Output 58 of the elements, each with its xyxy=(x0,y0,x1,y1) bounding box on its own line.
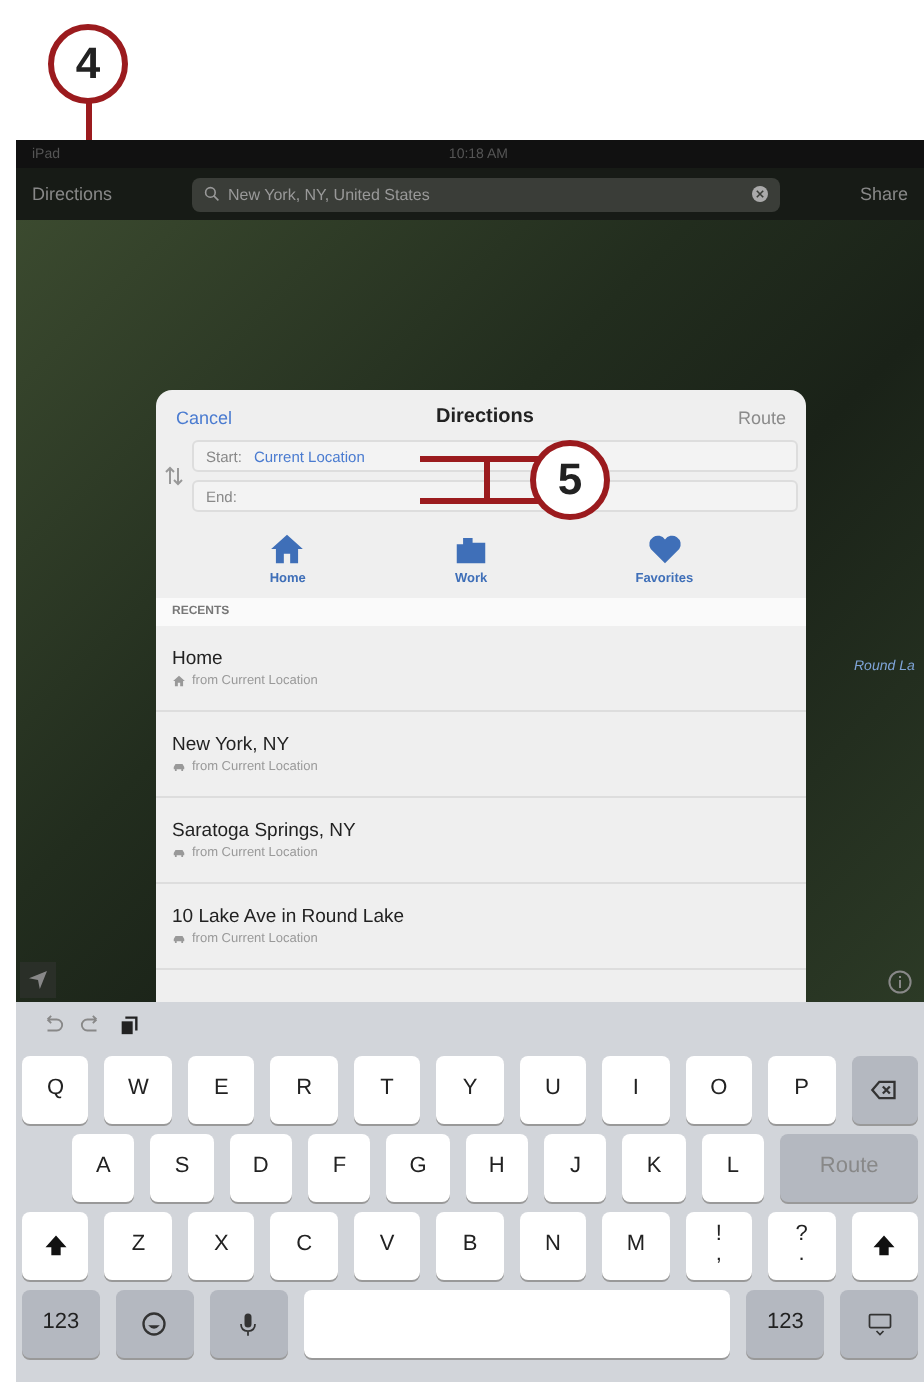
swap-icon[interactable] xyxy=(164,466,184,486)
hide-keyboard-key[interactable] xyxy=(840,1290,919,1358)
letter-key[interactable]: N xyxy=(519,1212,587,1280)
letter-key[interactable]: F xyxy=(308,1134,371,1202)
shift-key[interactable] xyxy=(22,1212,89,1280)
letter-key[interactable]: L xyxy=(701,1134,765,1202)
letter-key[interactable]: X xyxy=(187,1212,255,1280)
dictation-key[interactable] xyxy=(209,1290,288,1358)
letter-key[interactable]: J xyxy=(544,1134,607,1202)
letter-key[interactable]: T xyxy=(353,1056,421,1124)
emoji-key[interactable] xyxy=(115,1290,194,1358)
callout-number: 4 xyxy=(48,24,128,104)
letter-key[interactable]: W xyxy=(104,1056,172,1124)
numbers-key[interactable]: 123 xyxy=(746,1290,825,1358)
car-icon xyxy=(172,760,186,774)
letter-key[interactable]: H xyxy=(465,1134,529,1202)
letter-key[interactable]: Y xyxy=(436,1056,504,1124)
info-icon[interactable] xyxy=(888,970,912,994)
house-icon xyxy=(172,674,186,688)
letter-key[interactable]: Z xyxy=(104,1212,172,1280)
search-field[interactable]: New York, NY, United States xyxy=(192,177,780,211)
letter-key[interactable]: ! , xyxy=(685,1212,753,1280)
emoji-icon xyxy=(140,1310,169,1338)
shift-icon xyxy=(870,1232,899,1260)
letter-key[interactable]: Q xyxy=(22,1056,89,1124)
shift-key[interactable] xyxy=(851,1212,918,1280)
letter-key[interactable]: B xyxy=(436,1212,504,1280)
letter-key[interactable]: C xyxy=(270,1212,338,1280)
letter-key[interactable]: U xyxy=(519,1056,587,1124)
keyboard-hide-icon xyxy=(865,1310,894,1338)
letter-key[interactable]: A xyxy=(72,1134,135,1202)
letter-key[interactable]: E xyxy=(187,1056,255,1124)
car-icon xyxy=(172,932,186,946)
numbers-key[interactable]: 123 xyxy=(22,1290,100,1358)
backspace-key[interactable] xyxy=(851,1056,918,1124)
search-icon xyxy=(204,186,221,202)
letter-key[interactable]: V xyxy=(353,1212,421,1280)
paste-icon[interactable] xyxy=(118,1013,140,1035)
letter-key[interactable]: D xyxy=(229,1134,293,1202)
letter-key[interactable]: P xyxy=(768,1056,836,1124)
letter-key[interactable]: M xyxy=(602,1212,670,1280)
directions-button[interactable]: Directions xyxy=(32,184,113,204)
letter-key[interactable]: R xyxy=(270,1056,338,1124)
letter-key[interactable]: O xyxy=(685,1056,753,1124)
shift-icon xyxy=(41,1232,70,1260)
cancel-button[interactable]: Cancel xyxy=(176,407,233,427)
share-button[interactable]: Share xyxy=(859,184,908,204)
letter-key[interactable]: K xyxy=(622,1134,686,1202)
heart-icon xyxy=(645,530,684,568)
letter-key[interactable]: ? . xyxy=(768,1212,836,1280)
letter-key[interactable]: S xyxy=(150,1134,214,1202)
car-icon xyxy=(172,846,186,860)
clear-icon[interactable] xyxy=(751,186,768,202)
panel-title: Directions xyxy=(436,406,534,428)
letter-key[interactable]: I xyxy=(602,1056,670,1124)
backspace-icon xyxy=(870,1076,899,1104)
house-icon xyxy=(268,530,307,568)
letter-key[interactable]: G xyxy=(386,1134,450,1202)
